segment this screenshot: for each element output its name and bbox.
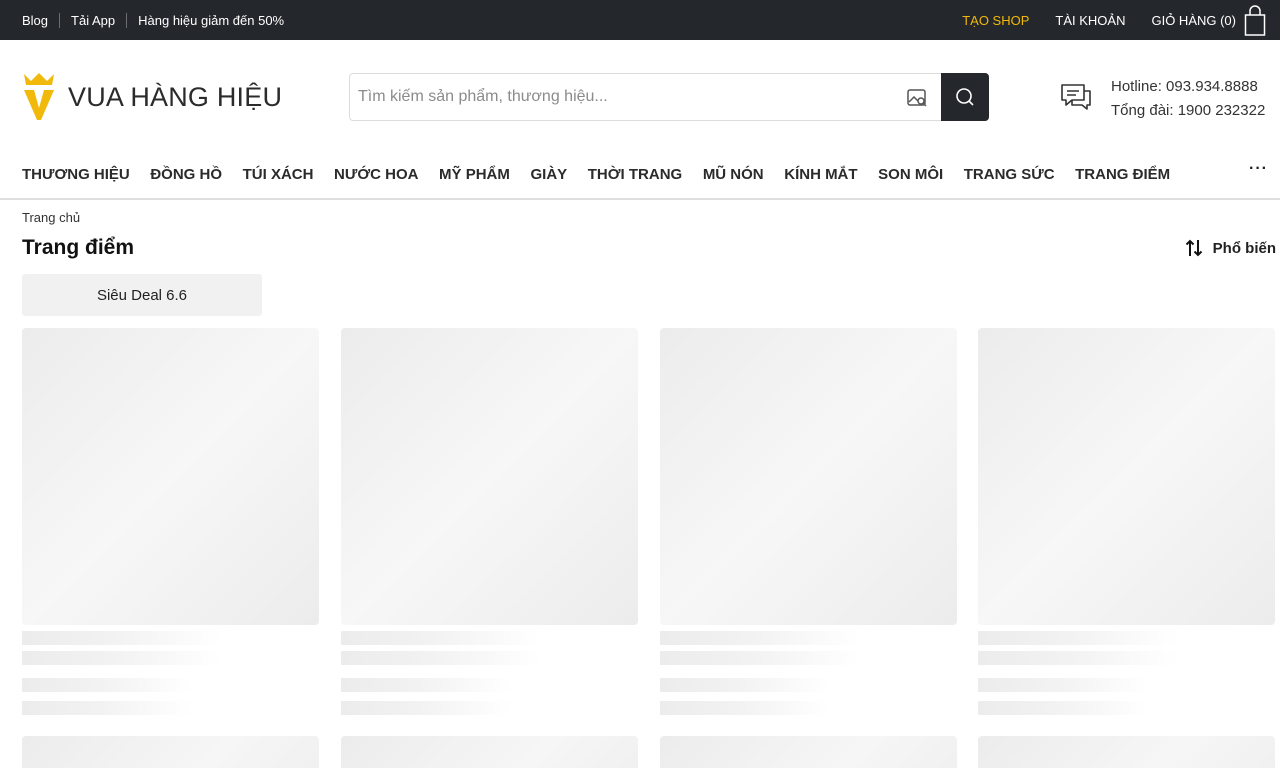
crown-v-logo-icon bbox=[24, 73, 54, 120]
top-bar-left-links: Blog Tải App Hàng hiệu giảm đến 50% bbox=[22, 0, 284, 40]
product-image-placeholder[interactable] bbox=[978, 736, 1275, 768]
text-placeholder bbox=[660, 631, 860, 645]
nav-item-fashion[interactable]: THỜI TRANG bbox=[588, 166, 682, 183]
nav-item-watches[interactable]: ĐỒNG HỒ bbox=[150, 166, 222, 183]
breadcrumb-home[interactable]: Trang chủ bbox=[22, 210, 80, 225]
sort-dropdown[interactable]: Phổ biến bbox=[1185, 238, 1276, 258]
product-image-placeholder bbox=[978, 328, 1275, 625]
nav-item-lipstick[interactable]: SON MÔI bbox=[878, 166, 943, 183]
nav-item-handbags[interactable]: TÚI XÁCH bbox=[243, 166, 314, 183]
product-image-placeholder bbox=[341, 328, 638, 625]
search-box bbox=[349, 73, 989, 121]
text-placeholder bbox=[978, 701, 1148, 715]
search-input[interactable] bbox=[350, 74, 900, 120]
text-placeholder bbox=[341, 701, 511, 715]
nav-item-perfume[interactable]: NƯỚC HOA bbox=[334, 166, 418, 183]
text-placeholder bbox=[660, 678, 830, 692]
more-menu-icon[interactable]: ··· bbox=[1249, 160, 1268, 178]
nav-item-eyewear[interactable]: KÍNH MẮT bbox=[784, 166, 857, 183]
text-placeholder bbox=[978, 651, 1178, 665]
sale-link[interactable]: Hàng hiệu giảm đến 50% bbox=[138, 13, 284, 28]
logo-text: VUA HÀNG HIỆU bbox=[68, 81, 283, 112]
text-placeholder bbox=[341, 631, 541, 645]
product-card-skeleton[interactable] bbox=[978, 328, 1275, 715]
product-card-skeleton[interactable] bbox=[22, 328, 319, 715]
sort-arrows-icon bbox=[1185, 239, 1202, 257]
text-placeholder bbox=[341, 678, 511, 692]
product-card-skeleton[interactable] bbox=[660, 328, 957, 715]
sort-label: Phổ biến bbox=[1212, 239, 1276, 257]
product-card-skeleton[interactable] bbox=[341, 328, 638, 715]
search-button[interactable] bbox=[941, 73, 989, 121]
search-icon bbox=[956, 88, 974, 106]
product-image-placeholder bbox=[22, 328, 319, 625]
nav-item-hats[interactable]: MŨ NÓN bbox=[703, 166, 764, 183]
product-image-placeholder[interactable] bbox=[22, 736, 319, 768]
text-placeholder bbox=[978, 631, 1178, 645]
main-nav: THƯƠNG HIỆU ĐỒNG HỒ TÚI XÁCH NƯỚC HOA MỸ… bbox=[0, 150, 1280, 200]
nav-item-makeup[interactable]: TRANG ĐIỂM bbox=[1075, 166, 1170, 183]
text-placeholder bbox=[22, 631, 222, 645]
nav-menu: THƯƠNG HIỆU ĐỒNG HỒ TÚI XÁCH NƯỚC HOA MỸ… bbox=[22, 166, 1191, 183]
product-image-placeholder[interactable] bbox=[660, 736, 957, 768]
top-bar: Blog Tải App Hàng hiệu giảm đến 50% TẠO … bbox=[0, 0, 1280, 40]
text-placeholder bbox=[22, 651, 222, 665]
text-placeholder bbox=[660, 701, 830, 715]
breadcrumb: Trang chủ bbox=[22, 210, 80, 225]
text-placeholder bbox=[660, 651, 860, 665]
hotline-info: Hotline: 093.934.8888 Tổng đài: 1900 232… bbox=[1111, 75, 1265, 123]
top-bar-right-links: TẠO SHOP TÀI KHOẢN GIỎ HÀNG (0) bbox=[962, 0, 1266, 40]
create-shop-link[interactable]: TẠO SHOP bbox=[962, 13, 1029, 28]
account-link[interactable]: TÀI KHOẢN bbox=[1055, 13, 1125, 28]
text-placeholder bbox=[22, 678, 192, 692]
divider bbox=[59, 12, 61, 28]
image-search-icon[interactable] bbox=[906, 87, 928, 109]
text-placeholder bbox=[22, 701, 192, 715]
nav-item-cosmetics[interactable]: MỸ PHẨM bbox=[439, 166, 510, 183]
nav-item-jewelry[interactable]: TRANG SỨC bbox=[964, 166, 1055, 183]
cart-link[interactable]: GIỎ HÀNG (0) bbox=[1151, 13, 1236, 28]
product-image-placeholder bbox=[660, 328, 957, 625]
switchboard-number[interactable]: Tổng đài: 1900 232322 bbox=[1111, 99, 1265, 123]
download-app-link[interactable]: Tải App bbox=[71, 13, 115, 28]
blog-link[interactable]: Blog bbox=[22, 13, 48, 28]
deal-filter-chip[interactable]: Siêu Deal 6.6 bbox=[22, 274, 262, 316]
product-image-placeholder[interactable] bbox=[341, 736, 638, 768]
shopping-bag-icon[interactable] bbox=[1244, 5, 1266, 36]
hotline-number[interactable]: Hotline: 093.934.8888 bbox=[1111, 75, 1265, 99]
site-logo[interactable]: VUA HÀNG HIỆU bbox=[22, 72, 282, 122]
divider bbox=[126, 12, 128, 28]
nav-item-brands[interactable]: THƯƠNG HIỆU bbox=[22, 166, 130, 183]
text-placeholder bbox=[978, 678, 1148, 692]
nav-item-shoes[interactable]: GIÀY bbox=[530, 166, 567, 183]
chat-support-icon[interactable] bbox=[1060, 83, 1092, 111]
page-title: Trang điểm bbox=[22, 236, 135, 259]
text-placeholder bbox=[341, 651, 541, 665]
